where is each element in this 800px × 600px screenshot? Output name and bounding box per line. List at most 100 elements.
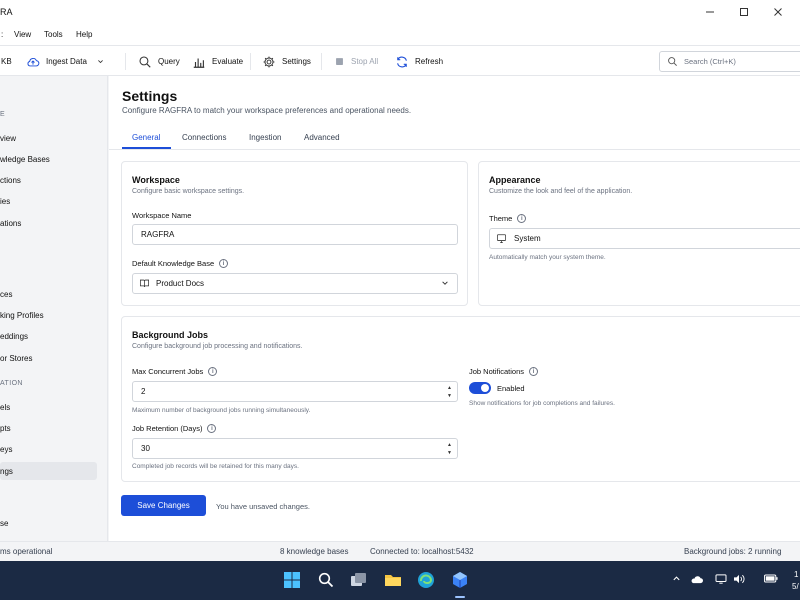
search-input[interactable]: Search (Ctrl+K) (659, 51, 800, 72)
info-icon[interactable]: i (529, 367, 539, 376)
default-kb-select[interactable]: Product Docs (132, 273, 458, 294)
background-jobs-status: Background jobs: 2 running (684, 547, 782, 556)
stepper-arrows[interactable]: ▲ ▼ (447, 441, 452, 457)
book-icon (139, 279, 150, 288)
retention-value: 30 (141, 444, 150, 453)
tab-general[interactable]: General (132, 133, 160, 142)
card-description: Customize the look and feel of the appli… (489, 188, 633, 195)
battery-icon[interactable] (763, 574, 778, 585)
card-description: Configure basic workspace settings. (132, 188, 245, 195)
info-icon[interactable]: i (219, 259, 229, 268)
connection-status: Connected to: localhost:5432 (370, 547, 474, 556)
appearance-card: Appearance Customize the look and feel o… (478, 161, 800, 306)
sidebar-item-label: king Profiles (0, 310, 44, 320)
workspace-name-input[interactable]: RAGFRA (132, 224, 458, 245)
maximize-icon[interactable] (734, 4, 754, 20)
edge-browser-icon[interactable] (415, 569, 437, 591)
theme-select[interactable]: System (489, 228, 800, 249)
sidebar-item-label: eys (0, 444, 13, 454)
tab-advanced[interactable]: Advanced (304, 133, 340, 142)
sidebar-footer-label: se (0, 518, 9, 528)
bar-chart-icon (193, 58, 205, 68)
gear-icon (263, 56, 275, 67)
stepper-arrows[interactable]: ▲ ▼ (447, 384, 452, 400)
save-changes-button[interactable]: Save Changes (121, 495, 206, 516)
ingest-data-button[interactable]: Ingest Data (26, 53, 104, 70)
evaluate-label: Evaluate (212, 57, 244, 66)
job-notifications-toggle[interactable] (469, 382, 491, 394)
job-notifications-label: Job Notifications i (469, 367, 539, 376)
max-jobs-value: 2 (141, 387, 146, 396)
retention-label: Job Retention (Days) i (132, 424, 217, 433)
sidebar-item-label: els (0, 402, 11, 412)
file-explorer-icon[interactable] (382, 569, 404, 591)
theme-help-text: Automatically match your system theme. (489, 254, 606, 261)
new-kb-label: KB (1, 57, 12, 66)
info-icon[interactable]: i (208, 367, 218, 376)
ragfra-app-icon[interactable] (449, 569, 471, 591)
sidebar-item-label: eddings (0, 331, 29, 341)
toolbar-divider (321, 53, 322, 70)
stop-all-button[interactable]: Stop All (334, 53, 378, 70)
stop-all-label: Stop All (351, 57, 379, 66)
toggle-state-label: Enabled (497, 384, 525, 393)
task-view-icon[interactable] (348, 569, 370, 591)
settings-button[interactable]: Settings (262, 53, 311, 70)
taskbar: 1 5/ (0, 561, 800, 600)
refresh-icon (397, 56, 407, 67)
evaluate-button[interactable]: Evaluate (192, 53, 243, 70)
network-icon[interactable] (715, 574, 727, 586)
menu-help[interactable]: Help (76, 30, 92, 39)
menu-view[interactable]: View (14, 30, 31, 39)
title-bar: RA (0, 0, 800, 25)
max-jobs-label: Max Concurrent Jobs i (132, 367, 218, 376)
settings-page: Settings Configure RAGFRA to match your … (109, 76, 800, 541)
active-tab-indicator (122, 147, 171, 149)
chevron-up-icon[interactable] (672, 574, 681, 585)
page-subtitle: Configure RAGFRA to match your workspace… (122, 106, 412, 115)
toolbar: KB Ingest Data Query Evaluate Settings S… (0, 45, 800, 76)
stop-icon (336, 58, 343, 65)
search-icon[interactable] (315, 569, 337, 591)
sidebar-item-label: view (0, 133, 17, 143)
query-button[interactable]: Query (138, 53, 180, 70)
unsaved-changes-text: You have unsaved changes. (216, 502, 310, 511)
toolbar-divider (250, 53, 251, 70)
monitor-icon (496, 234, 507, 244)
chevron-down-icon (442, 281, 448, 285)
sidebar-section-label: ATION (0, 380, 23, 387)
menu-edit-fragment[interactable]: : (1, 30, 3, 39)
workspace-name-value: RAGFRA (141, 230, 175, 239)
sidebar-item-label: ctions (0, 175, 21, 185)
status-bar: ms operational 8 knowledge bases Connect… (0, 541, 800, 561)
retention-stepper[interactable]: 30 ▲ ▼ (132, 438, 458, 459)
clock-time[interactable]: 1 (794, 570, 798, 579)
ingest-data-label: Ingest Data (46, 57, 87, 66)
settings-label: Settings (282, 57, 311, 66)
clock-date[interactable]: 5/ (792, 582, 799, 591)
menu-tools[interactable]: Tools (44, 30, 63, 39)
tab-ingestion[interactable]: Ingestion (249, 133, 281, 142)
close-icon[interactable] (768, 4, 788, 20)
refresh-button[interactable]: Refresh (395, 53, 443, 70)
search-icon (139, 55, 151, 68)
query-label: Query (158, 57, 180, 66)
app-title: RA (0, 7, 13, 17)
system-status: ms operational (0, 547, 53, 556)
volume-icon[interactable] (733, 574, 745, 586)
windows-start-icon[interactable] (281, 569, 303, 591)
info-icon[interactable]: i (517, 214, 527, 223)
minimize-icon[interactable] (700, 4, 720, 20)
card-title: Background Jobs (132, 330, 209, 340)
sidebar: E view wledge Bases ctions ies ations ce… (0, 76, 108, 541)
tab-connections[interactable]: Connections (182, 133, 226, 142)
chevron-down-icon (98, 60, 103, 64)
search-placeholder: Search (Ctrl+K) (684, 57, 736, 66)
new-kb-button[interactable]: KB (1, 53, 12, 70)
sidebar-item-settings[interactable]: ngs (0, 462, 97, 480)
theme-label: Theme i (489, 214, 527, 223)
kb-count: 8 knowledge bases (280, 547, 349, 556)
max-jobs-stepper[interactable]: 2 ▲ ▼ (132, 381, 458, 402)
info-icon[interactable]: i (207, 424, 217, 433)
onedrive-cloud-icon[interactable] (690, 574, 703, 586)
